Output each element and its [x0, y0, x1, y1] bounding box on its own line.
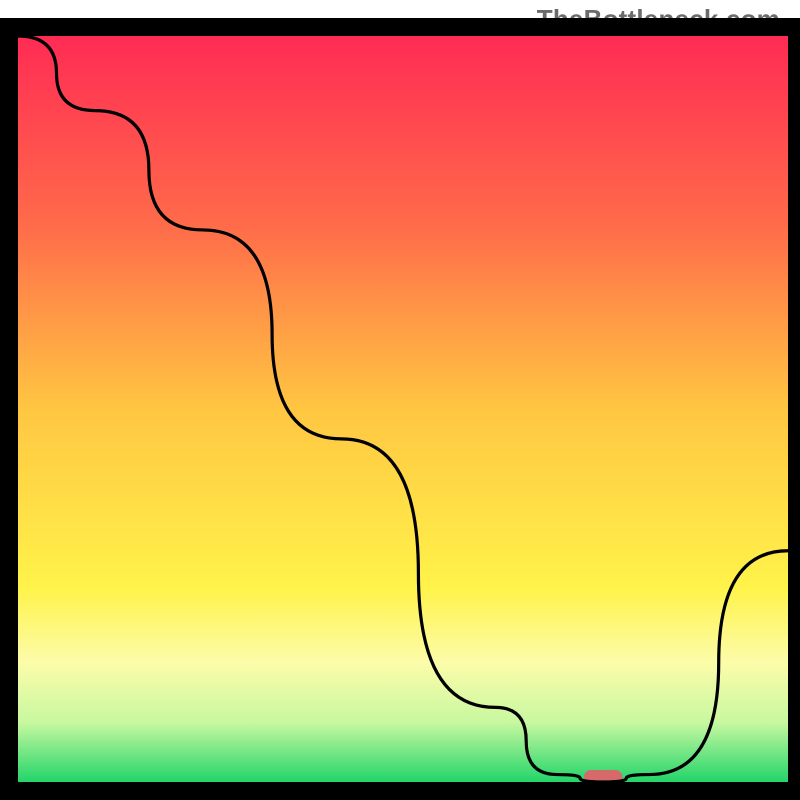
bottleneck-chart: [0, 0, 800, 800]
gradient-background: [18, 36, 788, 782]
chart-frame: TheBottleneck.com: [0, 0, 800, 800]
